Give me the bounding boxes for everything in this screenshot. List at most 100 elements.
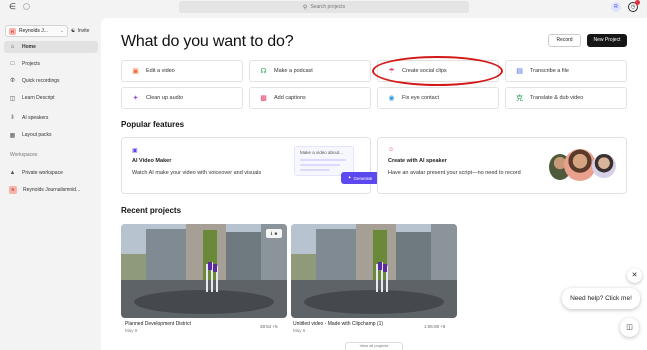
popular-features-heading: Popular features [121, 120, 185, 129]
ai-video-icon: ▣ [132, 148, 138, 154]
user-avatar[interactable]: R [611, 2, 621, 12]
sidebar-item-quick-recordings[interactable]: Ф Quick recordings [4, 75, 98, 87]
sparkle-icon: ✦ [132, 95, 139, 102]
translate-icon: 克 [516, 95, 523, 102]
project-date: May 6 [293, 328, 306, 333]
feature-title: AI Video Maker [132, 158, 172, 164]
sidebar-item-reynolds-workspace[interactable]: R Reynolds Journalismnid... [4, 184, 98, 196]
sidebar-item-label: Quick recordings [22, 78, 60, 84]
ai-video-maker-card[interactable]: ▣ AI Video Maker Watch AI make your vide… [121, 137, 379, 194]
info-icon: ℹ [270, 230, 273, 236]
status-circle-icon [23, 3, 30, 10]
ai-speaker-icon: ☺ [388, 147, 395, 153]
grid-icon: ▦ [9, 132, 16, 139]
action-label: Transcribe a file [530, 68, 569, 74]
top-bar: ∈ ⚲ Search projects R ◷ [0, 0, 647, 14]
sidebar-item-label: Learn Descript [22, 95, 55, 101]
invite-label: Invite [77, 28, 90, 34]
video-icon: ▣ [132, 68, 139, 75]
action-label: Add captions [274, 95, 306, 101]
preview-line [300, 159, 346, 161]
descript-logo-icon[interactable]: ∈ [9, 3, 17, 11]
sidebar-item-label: Reynolds Journalismnid... [23, 187, 81, 193]
chat-icon[interactable]: ◫ [620, 318, 639, 337]
action-label: Make a podcast [274, 68, 313, 74]
view-all-projects-button[interactable]: View all projects [345, 342, 403, 350]
document-icon: ▤ [516, 68, 523, 75]
translate-dub-card[interactable]: 克 Translate & dub video [505, 87, 627, 109]
workspaces-section-label: Workspaces [10, 152, 38, 158]
sidebar-item-label: Layout packs [22, 132, 52, 138]
generate-button[interactable]: ✦ Generate [341, 172, 379, 184]
sparkle-icon: ✦ [347, 175, 352, 180]
prompt-preview-text: Make a video about... [300, 150, 344, 155]
project-title: Untitled video - Made with Clipchamp (1) [293, 321, 384, 327]
sidebar: R Reynolds J... ⌄ ☯ Invite ⌂ Home □ Proj… [0, 18, 101, 350]
preview-line [300, 164, 340, 166]
new-project-button[interactable]: New Project [587, 34, 627, 47]
eye-icon: ◉ [388, 95, 395, 102]
sidebar-item-ai-speakers[interactable]: ‖ AI speakers [4, 112, 98, 124]
sidebar-item-label: Projects [22, 61, 41, 67]
project-card[interactable]: Untitled video - Made with Clipchamp (1)… [291, 224, 457, 333]
recent-projects-heading: Recent projects [121, 206, 182, 215]
lock-icon: ▲ [9, 170, 16, 176]
lightning-icon: Ф [10, 78, 15, 84]
help-bubble[interactable]: Need help? Click me! [562, 288, 640, 309]
lock-icon: ■ [274, 231, 278, 236]
headphones-icon: ☊ [260, 68, 267, 75]
action-label: Translate & dub video [530, 95, 584, 101]
voice-icon: ‖ [11, 115, 14, 121]
edit-video-card[interactable]: ▣ Edit a video [121, 60, 243, 82]
project-title: Planned Development District [125, 321, 191, 327]
preview-line [300, 169, 330, 171]
add-user-icon: ☯ [71, 28, 76, 34]
workspace-badge: R [9, 186, 17, 194]
action-label: Edit a video [146, 68, 175, 74]
ai-speaker-card[interactable]: ☺ Create with AI speaker Have an avatar … [377, 137, 627, 194]
project-thumbnail: ℹ ■ [121, 224, 287, 318]
book-icon: ◫ [9, 95, 16, 102]
workspace-switcher[interactable]: R Reynolds J... ⌄ [5, 25, 68, 37]
make-podcast-card[interactable]: ☊ Make a podcast [249, 60, 371, 82]
feature-title: Create with AI speaker [388, 158, 447, 164]
workspace-badge: R [9, 27, 16, 35]
project-thumbnail [291, 224, 457, 318]
invite-button[interactable]: ☯ Invite [71, 26, 89, 36]
close-help-icon[interactable]: ✕ [627, 268, 642, 283]
clean-up-audio-card[interactable]: ✦ Clean up audio [121, 87, 243, 109]
search-icon: ⚲ [302, 4, 308, 11]
home-icon: ⌂ [10, 44, 15, 50]
sidebar-item-projects[interactable]: □ Projects [4, 58, 98, 70]
captions-icon: ▩ [260, 95, 267, 102]
folder-icon: □ [10, 61, 15, 67]
feature-description: Watch AI make your video with voiceover … [132, 170, 262, 176]
sidebar-item-home[interactable]: ⌂ Home [4, 41, 98, 53]
sidebar-item-private-workspace[interactable]: ▲ Private workspace [4, 167, 98, 179]
search-placeholder: Search projects [310, 4, 346, 10]
sidebar-item-layout-packs[interactable]: ▦ Layout packs [4, 129, 98, 141]
highlight-circle [372, 56, 503, 86]
sidebar-item-learn-descript[interactable]: ◫ Learn Descript [4, 92, 98, 104]
project-duration: 1:06:08 +5 [424, 324, 446, 329]
page-title: What do you want to do? [121, 33, 294, 50]
feature-description: Have an avatar present your script—no ne… [388, 170, 521, 176]
project-date: May 9 [125, 328, 138, 333]
action-label: Fix eye contact [402, 95, 439, 101]
workspace-name: Reynolds J... [19, 28, 48, 34]
fix-eye-contact-card[interactable]: ◉ Fix eye contact [377, 87, 499, 109]
action-label: Clean up audio [146, 95, 184, 101]
sidebar-item-label: Home [22, 44, 36, 50]
search-input[interactable]: ⚲ Search projects [179, 1, 469, 13]
add-captions-card[interactable]: ▩ Add captions [249, 87, 371, 109]
transcribe-file-card[interactable]: ▤ Transcribe a file [505, 60, 627, 82]
thumbnail-overlay[interactable]: ℹ ■ [266, 229, 282, 238]
record-button[interactable]: Record [548, 34, 581, 47]
sidebar-item-label: Private workspace [22, 170, 63, 176]
generate-label: Generate [353, 175, 373, 181]
project-duration: 38:54 +5 [260, 324, 278, 329]
project-card[interactable]: ℹ ■ Planned Development District May 9 3… [121, 224, 287, 333]
chevron-down-icon: ⌄ [59, 28, 64, 34]
notification-dot [635, 0, 640, 5]
sidebar-item-label: AI speakers [22, 115, 49, 121]
